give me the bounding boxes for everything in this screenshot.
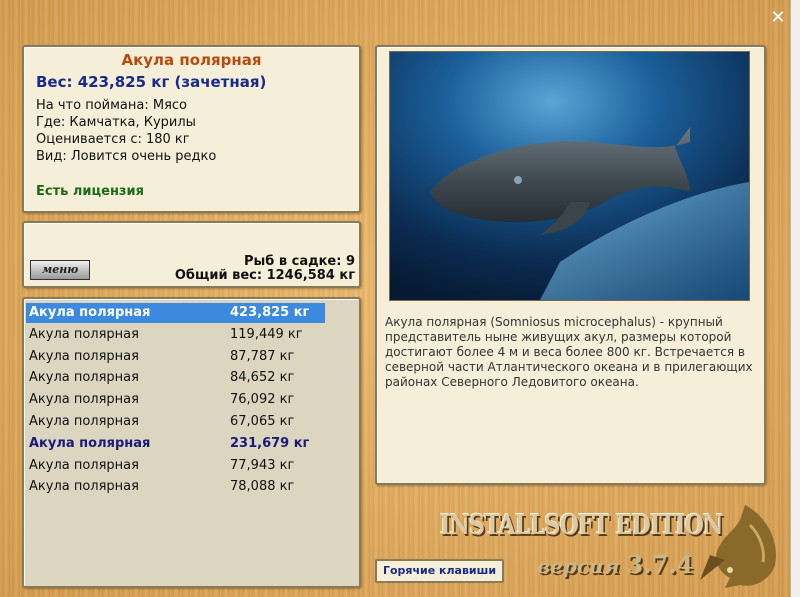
license-status: Есть лицензия	[36, 184, 144, 199]
list-item-weight: 423,825 кг	[230, 305, 310, 320]
list-item-weight: 87,787 кг	[230, 348, 295, 364]
list-item-name: Акула полярная	[29, 479, 139, 495]
description-panel: Акула полярная (Somniosus microcephalus)…	[375, 45, 766, 485]
list-item-weight: 231,679 кг	[230, 435, 310, 451]
list-item[interactable]: Акула полярная 78,088 кг	[26, 477, 325, 497]
catch-list: Акула полярная 423,825 кг Акула полярная 11…	[22, 297, 361, 588]
list-item[interactable]: Акула полярная 423,825 кг	[26, 303, 325, 323]
list-item[interactable]: Акула полярная 77,943 кг	[26, 456, 325, 476]
version-word: версия	[537, 554, 620, 578]
list-item[interactable]: Акула полярная 87,787 кг	[26, 347, 325, 367]
list-item-weight: 84,652 кг	[230, 370, 295, 386]
cage-total-weight: Общий вес: 1246,584 кг	[174, 268, 355, 283]
version-label: версия 3.7.4	[537, 550, 693, 579]
bait-text: На что поймана: Мясо	[36, 98, 188, 113]
list-item-name: Акула полярная	[29, 435, 151, 451]
list-item-name: Акула полярная	[29, 348, 139, 364]
right-edge-strip	[790, 0, 800, 597]
rated-from-text: Оценивается с: 180 кг	[36, 132, 190, 147]
list-item-name: Акула полярная	[29, 305, 151, 320]
menu-button[interactable]: меню	[30, 260, 90, 280]
hotkeys-button[interactable]: Горячие клавиши	[375, 559, 504, 583]
pike-logo-icon	[700, 505, 776, 588]
fish-info-panel: Акула полярная Вес: 423,825 кг (зачетная…	[22, 45, 361, 213]
list-item[interactable]: Акула полярная 84,652 кг	[26, 368, 325, 388]
close-icon[interactable]: ✕	[769, 9, 787, 27]
list-item[interactable]: Акула полярная 119,449 кг	[26, 325, 325, 345]
list-item-weight: 67,065 кг	[230, 414, 295, 429]
list-item-weight: 77,943 кг	[230, 457, 295, 473]
rarity-text: Вид: Ловится очень редко	[36, 149, 217, 164]
version-number: 3.7.4	[626, 550, 694, 579]
fish-photo	[389, 51, 750, 301]
list-item-name: Акула полярная	[29, 326, 139, 342]
cage-count: Рыб в садке: 9	[243, 254, 355, 269]
cage-panel: меню Рыб в садке: 9 Общий вес: 1246,584 …	[22, 221, 361, 288]
fish-weight: Вес: 423,825 кг (зачетная)	[36, 73, 267, 91]
list-item-weight: 78,088 кг	[230, 479, 295, 495]
list-item-name: Акула полярная	[29, 457, 139, 473]
list-item-weight: 76,092 кг	[230, 392, 295, 408]
list-item-weight: 119,449 кг	[230, 326, 303, 342]
list-item-name: Акула полярная	[29, 414, 139, 429]
location-text: Где: Камчатка, Курилы	[36, 115, 196, 130]
edition-logo: INSTALLSOFT EDITION	[440, 510, 723, 541]
list-item-name: Акула полярная	[29, 370, 139, 386]
fish-title: Акула полярная	[121, 51, 262, 69]
list-item[interactable]: Акула полярная 76,092 кг	[26, 390, 325, 410]
list-item-name: Акула полярная	[29, 392, 139, 408]
list-item[interactable]: Акула полярная 231,679 кг	[26, 434, 325, 454]
fish-description: Акула полярная (Somniosus microcephalus)…	[385, 315, 753, 389]
list-item[interactable]: Акула полярная 67,065 кг	[26, 412, 325, 432]
